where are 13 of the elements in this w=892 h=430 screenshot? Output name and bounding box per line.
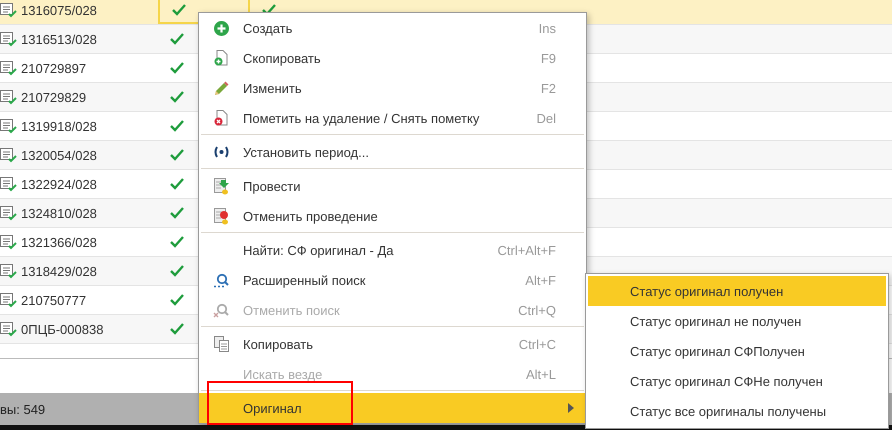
document-number: 210750777 <box>21 292 86 308</box>
document-number: 1318429/028 <box>21 264 97 278</box>
document-number: 210729829 <box>21 90 86 104</box>
document-number: 1316075/028 <box>21 2 97 18</box>
document-number: 1320054/028 <box>21 148 97 162</box>
document-number: 1322924/028 <box>21 176 97 192</box>
document-number: 1324810/028 <box>21 206 97 220</box>
document-number: 1321366/028 <box>21 234 97 250</box>
document-number: 1319918/028 <box>21 118 97 134</box>
document-number: 210729897 <box>21 60 86 76</box>
status-text: вы: 549 <box>0 402 46 416</box>
document-number: 0ПЦБ-000838 <box>21 322 104 336</box>
document-number: 1316513/028 <box>21 32 97 46</box>
